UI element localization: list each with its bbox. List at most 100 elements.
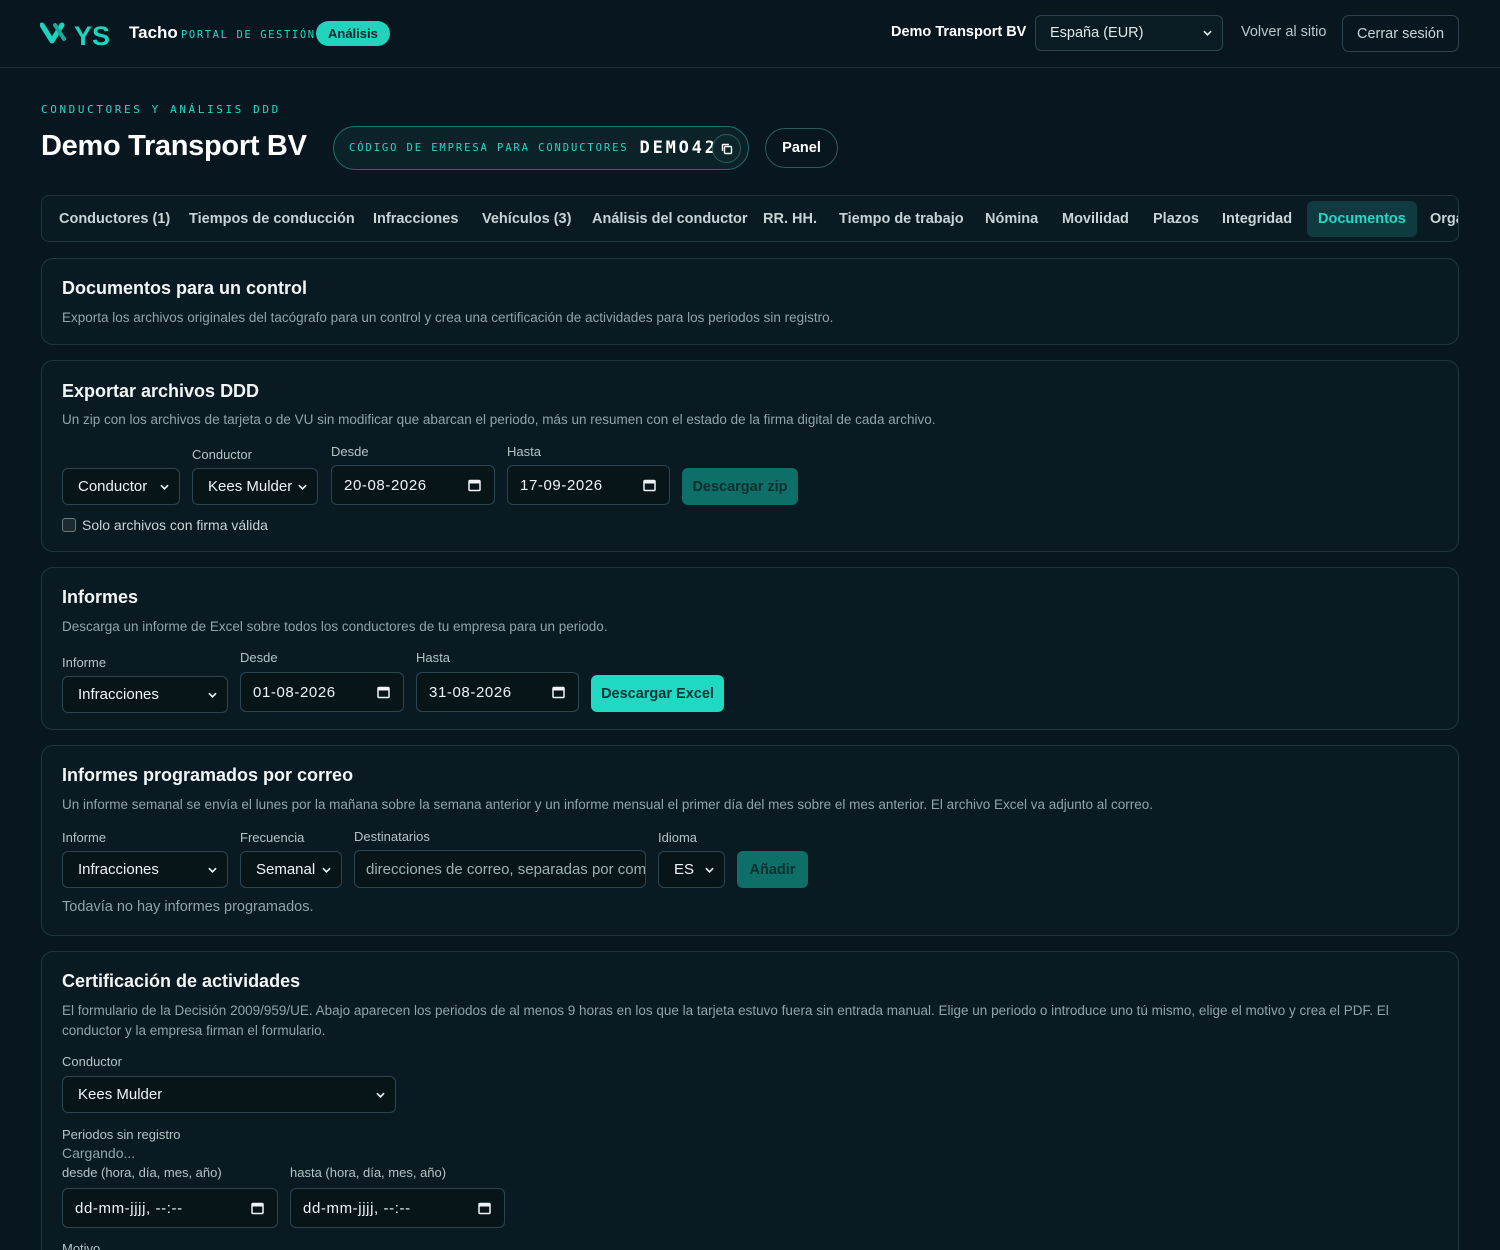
- driver-label: Conductor: [62, 1054, 122, 1069]
- card-title: Exportar archivos DDD: [62, 381, 260, 401]
- driver-select[interactable]: Kees Mulder: [62, 1076, 396, 1113]
- brand-logo[interactable]: YS: [40, 18, 120, 50]
- recipients-input[interactable]: direcciones de correo, separadas por com…: [354, 850, 646, 888]
- download-excel-button[interactable]: Descargar Excel: [591, 675, 724, 712]
- language-select[interactable]: ES: [658, 851, 725, 888]
- reports-card: Informes Descarga un informe de Excel so…: [41, 567, 1459, 730]
- chevron-down-icon: [705, 867, 714, 873]
- source-select-value: Conductor: [78, 478, 148, 495]
- tab-bar: Conductores (1) Tiempos de conducción In…: [41, 195, 1459, 242]
- analysis-badge[interactable]: Análisis: [316, 21, 390, 46]
- card-title: Documentos para un control: [62, 278, 308, 298]
- chevron-down-icon: [298, 484, 307, 490]
- tab-documentos[interactable]: Documentos: [1307, 201, 1417, 237]
- activity-certification-card: Certificación de actividades El formular…: [41, 951, 1459, 1250]
- to-date-input[interactable]: 31-08-2026: [416, 672, 579, 712]
- chevron-down-icon: [208, 867, 217, 873]
- card-title: Certificación de actividades: [62, 971, 301, 991]
- language-label: Idioma: [658, 830, 698, 845]
- brand-logo-text: YS: [74, 21, 110, 49]
- valid-signature-label[interactable]: Solo archivos con firma válida: [82, 517, 268, 533]
- to-date-value: 31-08-2026: [429, 683, 512, 701]
- to-date-input[interactable]: 17-09-2026: [507, 465, 670, 505]
- report-select-value: Infracciones: [78, 861, 159, 878]
- scheduled-reports-card: Informes programados por correo Un infor…: [41, 745, 1459, 936]
- country-select-value: España (EUR): [1050, 25, 1144, 41]
- top-bar: YS Tacho PORTAL DE GESTIÓN Análisis Demo…: [0, 0, 1500, 68]
- from-label: Desde: [331, 444, 369, 459]
- card-description: El formulario de la Decisión 2009/959/UE…: [62, 1003, 1389, 1038]
- calendar-icon[interactable]: [251, 1202, 264, 1215]
- driver-select-value: Kees Mulder: [208, 478, 293, 495]
- current-company: Demo Transport BV: [891, 24, 1027, 40]
- frequency-select[interactable]: Semanal: [240, 851, 342, 888]
- country-select[interactable]: España (EUR): [1035, 15, 1223, 51]
- driver-select[interactable]: Kees Mulder: [192, 468, 318, 505]
- logout-button[interactable]: Cerrar sesión: [1342, 15, 1459, 52]
- chevron-down-icon: [160, 484, 169, 490]
- empty-state-text: Todavía no hay informes programados.: [62, 899, 314, 915]
- calendar-icon[interactable]: [552, 686, 565, 699]
- driver-select-value: Kees Mulder: [78, 1086, 163, 1103]
- from-date-input[interactable]: 20-08-2026: [331, 465, 495, 505]
- to-datetime-input[interactable]: dd-mm-jjjj, --:--: [290, 1188, 505, 1228]
- brand-subtitle: PORTAL DE GESTIÓN: [181, 29, 316, 41]
- chevron-down-icon: [208, 692, 217, 698]
- language-select-value: ES: [674, 861, 695, 878]
- tab-conductores[interactable]: Conductores (1): [59, 201, 170, 237]
- calendar-icon[interactable]: [468, 479, 481, 492]
- to-label: Hasta: [416, 650, 450, 665]
- from-label: Desde: [240, 650, 278, 665]
- copy-code-button[interactable]: [712, 134, 741, 163]
- valid-signature-checkbox[interactable]: [62, 518, 76, 532]
- page-eyebrow: CONDUCTORES Y ANÁLISIS DDD: [41, 103, 281, 116]
- brand-name: Tacho: [129, 23, 178, 42]
- card-description: Exporta los archivos originales del tacó…: [62, 310, 834, 325]
- report-label: Informe: [62, 655, 107, 670]
- report-select[interactable]: Infracciones: [62, 851, 228, 888]
- report-select[interactable]: Infracciones: [62, 676, 228, 713]
- from-date-value: 20-08-2026: [344, 476, 427, 494]
- to-datetime-label: hasta (hora, día, mes, año): [290, 1165, 447, 1180]
- from-datetime-input[interactable]: dd-mm-jjjj, --:--: [62, 1188, 278, 1228]
- tab-movilidad[interactable]: Movilidad: [1062, 201, 1129, 237]
- back-to-site-link[interactable]: Volver al sitio: [1241, 24, 1326, 40]
- export-ddd-card: Exportar archivos DDD Un zip con los arc…: [41, 360, 1459, 552]
- card-title: Informes: [62, 587, 139, 607]
- recipients-placeholder: direcciones de correo, separadas por com…: [366, 860, 646, 878]
- calendar-icon[interactable]: [478, 1202, 491, 1215]
- company-code-pill: CÓDIGO DE EMPRESA PARA CONDUCTORES DEMO4…: [333, 126, 749, 170]
- calendar-icon[interactable]: [377, 686, 390, 699]
- driver-label: Conductor: [192, 447, 252, 462]
- tab-integridad[interactable]: Integridad: [1222, 201, 1292, 237]
- panel-button[interactable]: Panel: [765, 128, 838, 168]
- chevron-down-icon: [376, 1092, 385, 1098]
- source-select[interactable]: Conductor: [62, 468, 180, 505]
- to-label: Hasta: [507, 444, 541, 459]
- tab-analisis-del-conductor[interactable]: Análisis del conductor: [592, 201, 748, 237]
- from-date-input[interactable]: 01-08-2026: [240, 672, 404, 712]
- page-title: Demo Transport BV: [41, 130, 307, 162]
- to-date-value: 17-09-2026: [520, 476, 603, 494]
- company-code-label: CÓDIGO DE EMPRESA PARA CONDUCTORES: [349, 142, 629, 154]
- add-schedule-button[interactable]: Añadir: [737, 851, 808, 888]
- download-zip-button[interactable]: Descargar zip: [682, 468, 798, 505]
- from-datetime-placeholder: dd-mm-jjjj, --:--: [75, 1199, 183, 1217]
- frequency-select-value: Semanal: [256, 861, 316, 878]
- periods-label: Periodos sin registro: [62, 1127, 181, 1142]
- tab-nomina[interactable]: Nómina: [985, 201, 1038, 237]
- from-date-value: 01-08-2026: [253, 683, 336, 701]
- tab-organizacion[interactable]: Orga: [1430, 201, 1458, 237]
- tab-infracciones[interactable]: Infracciones: [373, 201, 458, 237]
- control-documents-card: Documentos para un control Exporta los a…: [41, 258, 1459, 345]
- tab-tiempos-de-conduccion[interactable]: Tiempos de conducción: [189, 201, 355, 237]
- card-title: Informes programados por correo: [62, 765, 354, 785]
- copy-icon: [721, 143, 732, 154]
- chevron-down-icon: [1203, 30, 1212, 36]
- calendar-icon[interactable]: [643, 479, 656, 492]
- tab-vehiculos[interactable]: Vehículos (3): [482, 201, 571, 237]
- to-datetime-placeholder: dd-mm-jjjj, --:--: [303, 1199, 411, 1217]
- tab-rrhh[interactable]: RR. HH.: [763, 201, 817, 237]
- tab-plazos[interactable]: Plazos: [1153, 201, 1199, 237]
- tab-tiempo-de-trabajo[interactable]: Tiempo de trabajo: [839, 201, 964, 237]
